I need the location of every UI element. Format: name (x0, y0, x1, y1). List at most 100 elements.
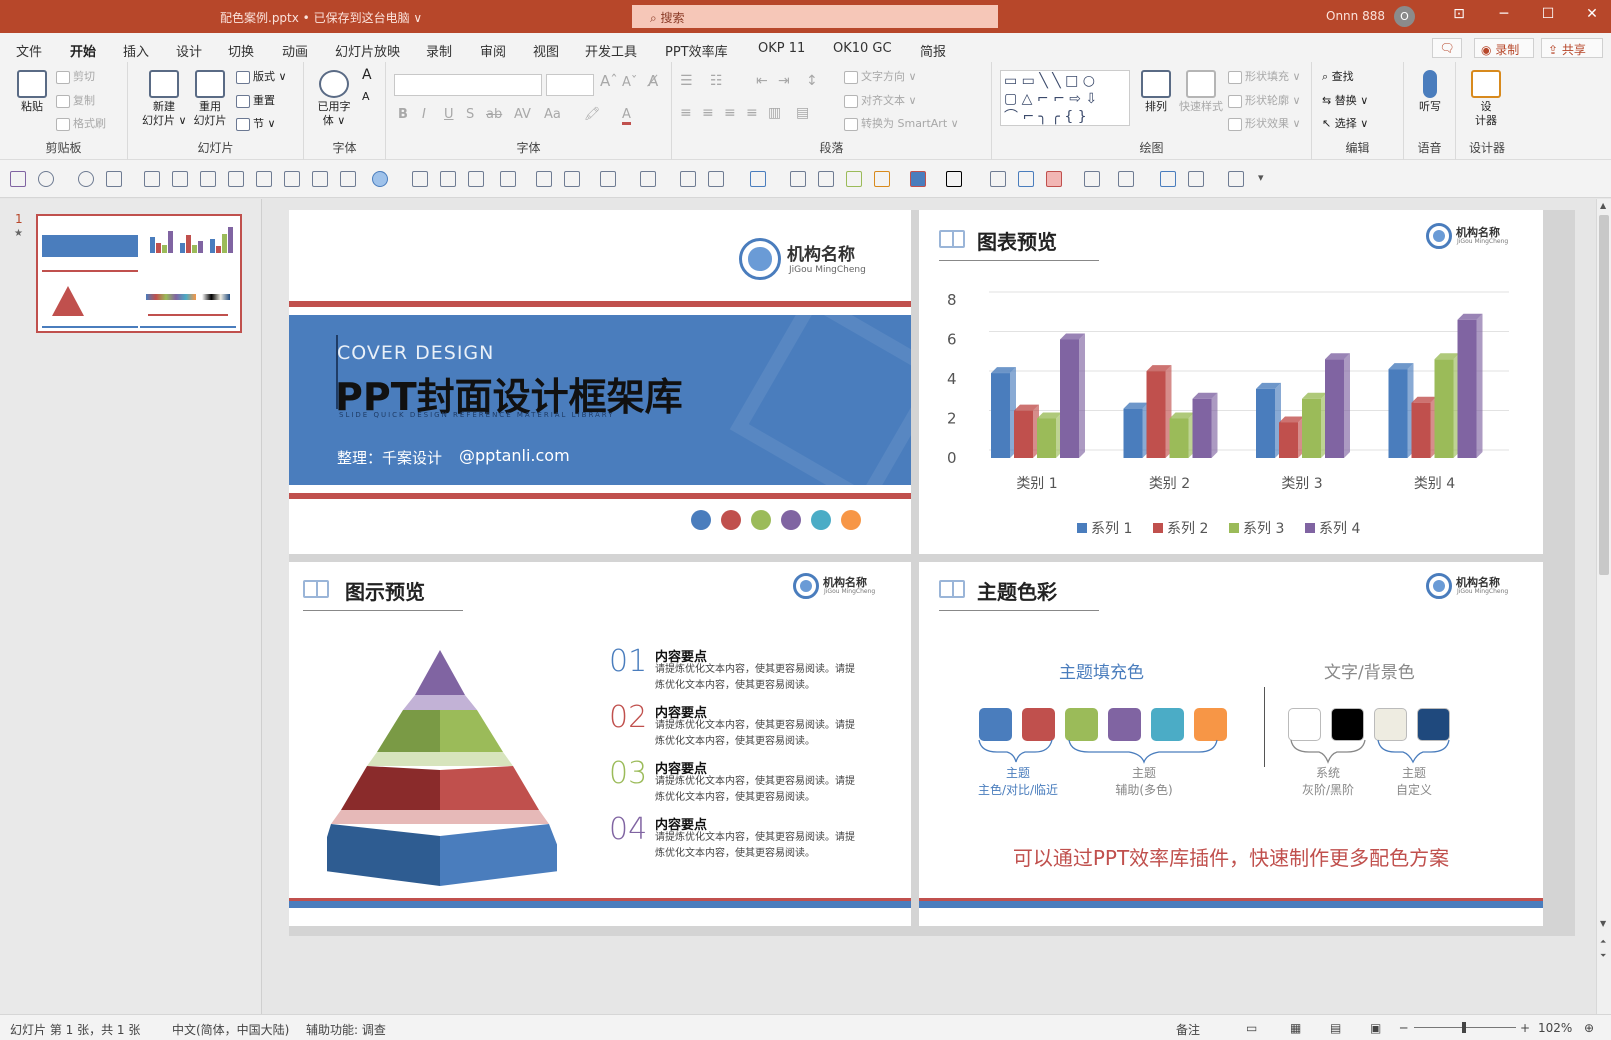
comment-button[interactable]: 🗨 (1432, 38, 1462, 58)
crop-icon[interactable] (874, 171, 890, 187)
decrease-indent-icon[interactable]: ⇤ (756, 74, 768, 88)
paste-button[interactable]: 粘贴 (12, 70, 52, 114)
select-button[interactable]: ↖ 选择 ∨ (1322, 117, 1368, 131)
tab-animations[interactable]: 动画 (282, 41, 308, 60)
sorter-view-icon[interactable]: ▦ (1290, 1021, 1301, 1035)
highlight-icon[interactable]: 🖍 (584, 108, 601, 122)
quick-styles-button[interactable]: 快速样式 (1176, 70, 1226, 114)
star-icon[interactable] (818, 171, 834, 187)
zoom-level[interactable]: 102% (1538, 1021, 1572, 1035)
shapes-gallery[interactable]: ▭ ▭ ╲ ╲ □ ○ ▢ △ ⌐ ⌐ ⇨ ⇩ ⌒ ⌐ ╮ ╭ { } (1000, 70, 1130, 126)
spacing-qat-icon[interactable] (1084, 171, 1100, 187)
undo-icon[interactable] (38, 171, 54, 187)
shape-oval-icon[interactable] (372, 171, 388, 187)
close-x-icon[interactable] (1228, 171, 1244, 187)
tab-design[interactable]: 设计 (176, 41, 202, 60)
reset-button[interactable]: 重置 (236, 94, 275, 108)
case-icon[interactable]: Aa (544, 108, 561, 122)
save-icon[interactable] (10, 171, 26, 187)
notes-button[interactable]: 备注 (1176, 1021, 1200, 1038)
group-objects-icon[interactable] (1118, 171, 1134, 187)
tab-review[interactable]: 审阅 (480, 41, 506, 60)
language-status[interactable]: 中文(简体，中国大陆) (172, 1021, 289, 1038)
align-right-icon[interactable]: ≡ (724, 106, 736, 120)
distribute-horizontal-icon[interactable] (312, 171, 328, 187)
textbox-icon[interactable] (750, 171, 766, 187)
grow-font-icon[interactable]: A (362, 68, 372, 82)
shape-fill-button[interactable]: 形状填充 ∨ (1228, 70, 1301, 84)
strikethrough-icon[interactable]: ab (486, 108, 502, 122)
font-color-icon[interactable]: A (622, 108, 631, 125)
distributed-icon[interactable]: ▥ (768, 106, 781, 120)
tab-transitions[interactable]: 切换 (228, 41, 254, 60)
align-right-objects-icon[interactable] (200, 171, 216, 187)
font-name-field[interactable] (394, 74, 542, 96)
slide-thumbnail[interactable] (36, 214, 242, 333)
align-top-objects-icon[interactable] (228, 171, 244, 187)
copy-button[interactable]: 复制 (56, 94, 95, 108)
bullets-icon[interactable]: ☰ (680, 74, 693, 88)
font-size-field[interactable] (546, 74, 594, 96)
numbering-icon[interactable]: ☷ (710, 74, 723, 88)
used-fonts-button[interactable]: 已用字 体 ∨ (312, 70, 356, 128)
align-center-icon[interactable]: ≡ (702, 106, 714, 120)
text-align-left-icon[interactable] (412, 171, 428, 187)
color-grid-icon[interactable] (910, 171, 926, 187)
underline-icon[interactable]: U (444, 108, 454, 122)
designer-button[interactable]: 设 计器 (1466, 70, 1506, 128)
format-painter-button[interactable]: 格式刷 (56, 117, 106, 131)
tab-insert[interactable]: 插入 (123, 41, 149, 60)
align-middle-objects-icon[interactable] (256, 171, 272, 187)
user-name[interactable]: Onnn 888 (1326, 9, 1385, 23)
slide-canvas[interactable]: 机构名称 JiGou MingCheng COVER DESIGN PPT封面设… (289, 210, 1575, 936)
reuse-slides-button[interactable]: 重用 幻灯片 (190, 70, 230, 128)
cover-panel[interactable]: 机构名称 JiGou MingCheng COVER DESIGN PPT封面设… (289, 210, 911, 554)
justify-icon[interactable]: ≡ (746, 106, 758, 120)
increase-indent-icon[interactable]: ⇥ (778, 74, 790, 88)
pen-icon[interactable] (600, 171, 616, 187)
tab-view[interactable]: 视图 (533, 41, 559, 60)
brush-qat-icon[interactable] (790, 171, 806, 187)
bold-icon[interactable]: B (398, 108, 408, 122)
find-button[interactable]: ⌕ 查找 (1322, 70, 1354, 84)
shadow-icon[interactable]: S (466, 108, 474, 122)
grow-font-qat-icon[interactable] (536, 171, 552, 187)
cut-button[interactable]: 剪切 (56, 70, 95, 84)
font-color-qat-icon[interactable] (500, 171, 516, 187)
columns-icon[interactable]: ▤ (796, 106, 809, 120)
scroll-thumb[interactable] (1599, 215, 1609, 575)
maximize-button[interactable]: ☐ (1538, 6, 1558, 22)
distribute-vertical-icon[interactable] (340, 171, 356, 187)
zoom-slider[interactable] (1414, 1022, 1516, 1033)
shape-effects-button[interactable]: 形状效果 ∨ (1228, 117, 1301, 131)
shrink-font-qat-icon[interactable] (564, 171, 580, 187)
decrease-font-icon[interactable]: Aˇ (622, 76, 637, 90)
align-left-objects-icon[interactable] (144, 171, 160, 187)
text-effect-icon[interactable] (990, 171, 1006, 187)
search-box[interactable]: ⌕ 搜索 (632, 5, 998, 28)
tab-ok10[interactable]: OK10 GC (833, 41, 892, 56)
arrange-button[interactable]: 排列 (1136, 70, 1176, 114)
share-button[interactable]: ⇪ 共享 (1541, 38, 1603, 58)
line-spacing-icon[interactable]: ↕ (806, 74, 818, 88)
zoom-in-icon[interactable]: + (1520, 1021, 1530, 1035)
table-icon[interactable] (1046, 171, 1062, 187)
close-button[interactable]: ✕ (1582, 6, 1602, 22)
minimize-button[interactable]: ─ (1494, 6, 1514, 22)
reading-view-icon[interactable]: ▤ (1330, 1021, 1341, 1035)
tab-okp[interactable]: OKP 11 (758, 41, 805, 56)
align-text-button[interactable]: 对齐文本 ∨ (844, 94, 917, 108)
normal-view-icon[interactable]: ▭ (1246, 1021, 1257, 1035)
slide-icon[interactable] (1018, 171, 1034, 187)
tab-slideshow[interactable]: 幻灯片放映 (335, 41, 400, 60)
ribbon-display-icon[interactable]: ⊡ (1449, 6, 1469, 22)
document-title[interactable]: 配色案例.pptx • 已保存到这台电脑 ∨ (220, 9, 422, 26)
clear-format-icon[interactable]: A̸ (648, 74, 658, 89)
chart-panel[interactable]: 图表预览 机构名称 JiGou MingCheng 0 2 4 6 8 类别 1 类别 2类… (919, 210, 1543, 554)
redo-icon[interactable] (78, 171, 94, 187)
text-align-center-icon[interactable] (440, 171, 456, 187)
new-slide-button[interactable]: 新建 幻灯片 ∨ (142, 70, 187, 128)
spacing-icon[interactable]: AV (514, 108, 531, 122)
tab-record[interactable]: 录制 (426, 41, 452, 60)
scroll-down-icon[interactable]: ▼ (1600, 919, 1606, 928)
